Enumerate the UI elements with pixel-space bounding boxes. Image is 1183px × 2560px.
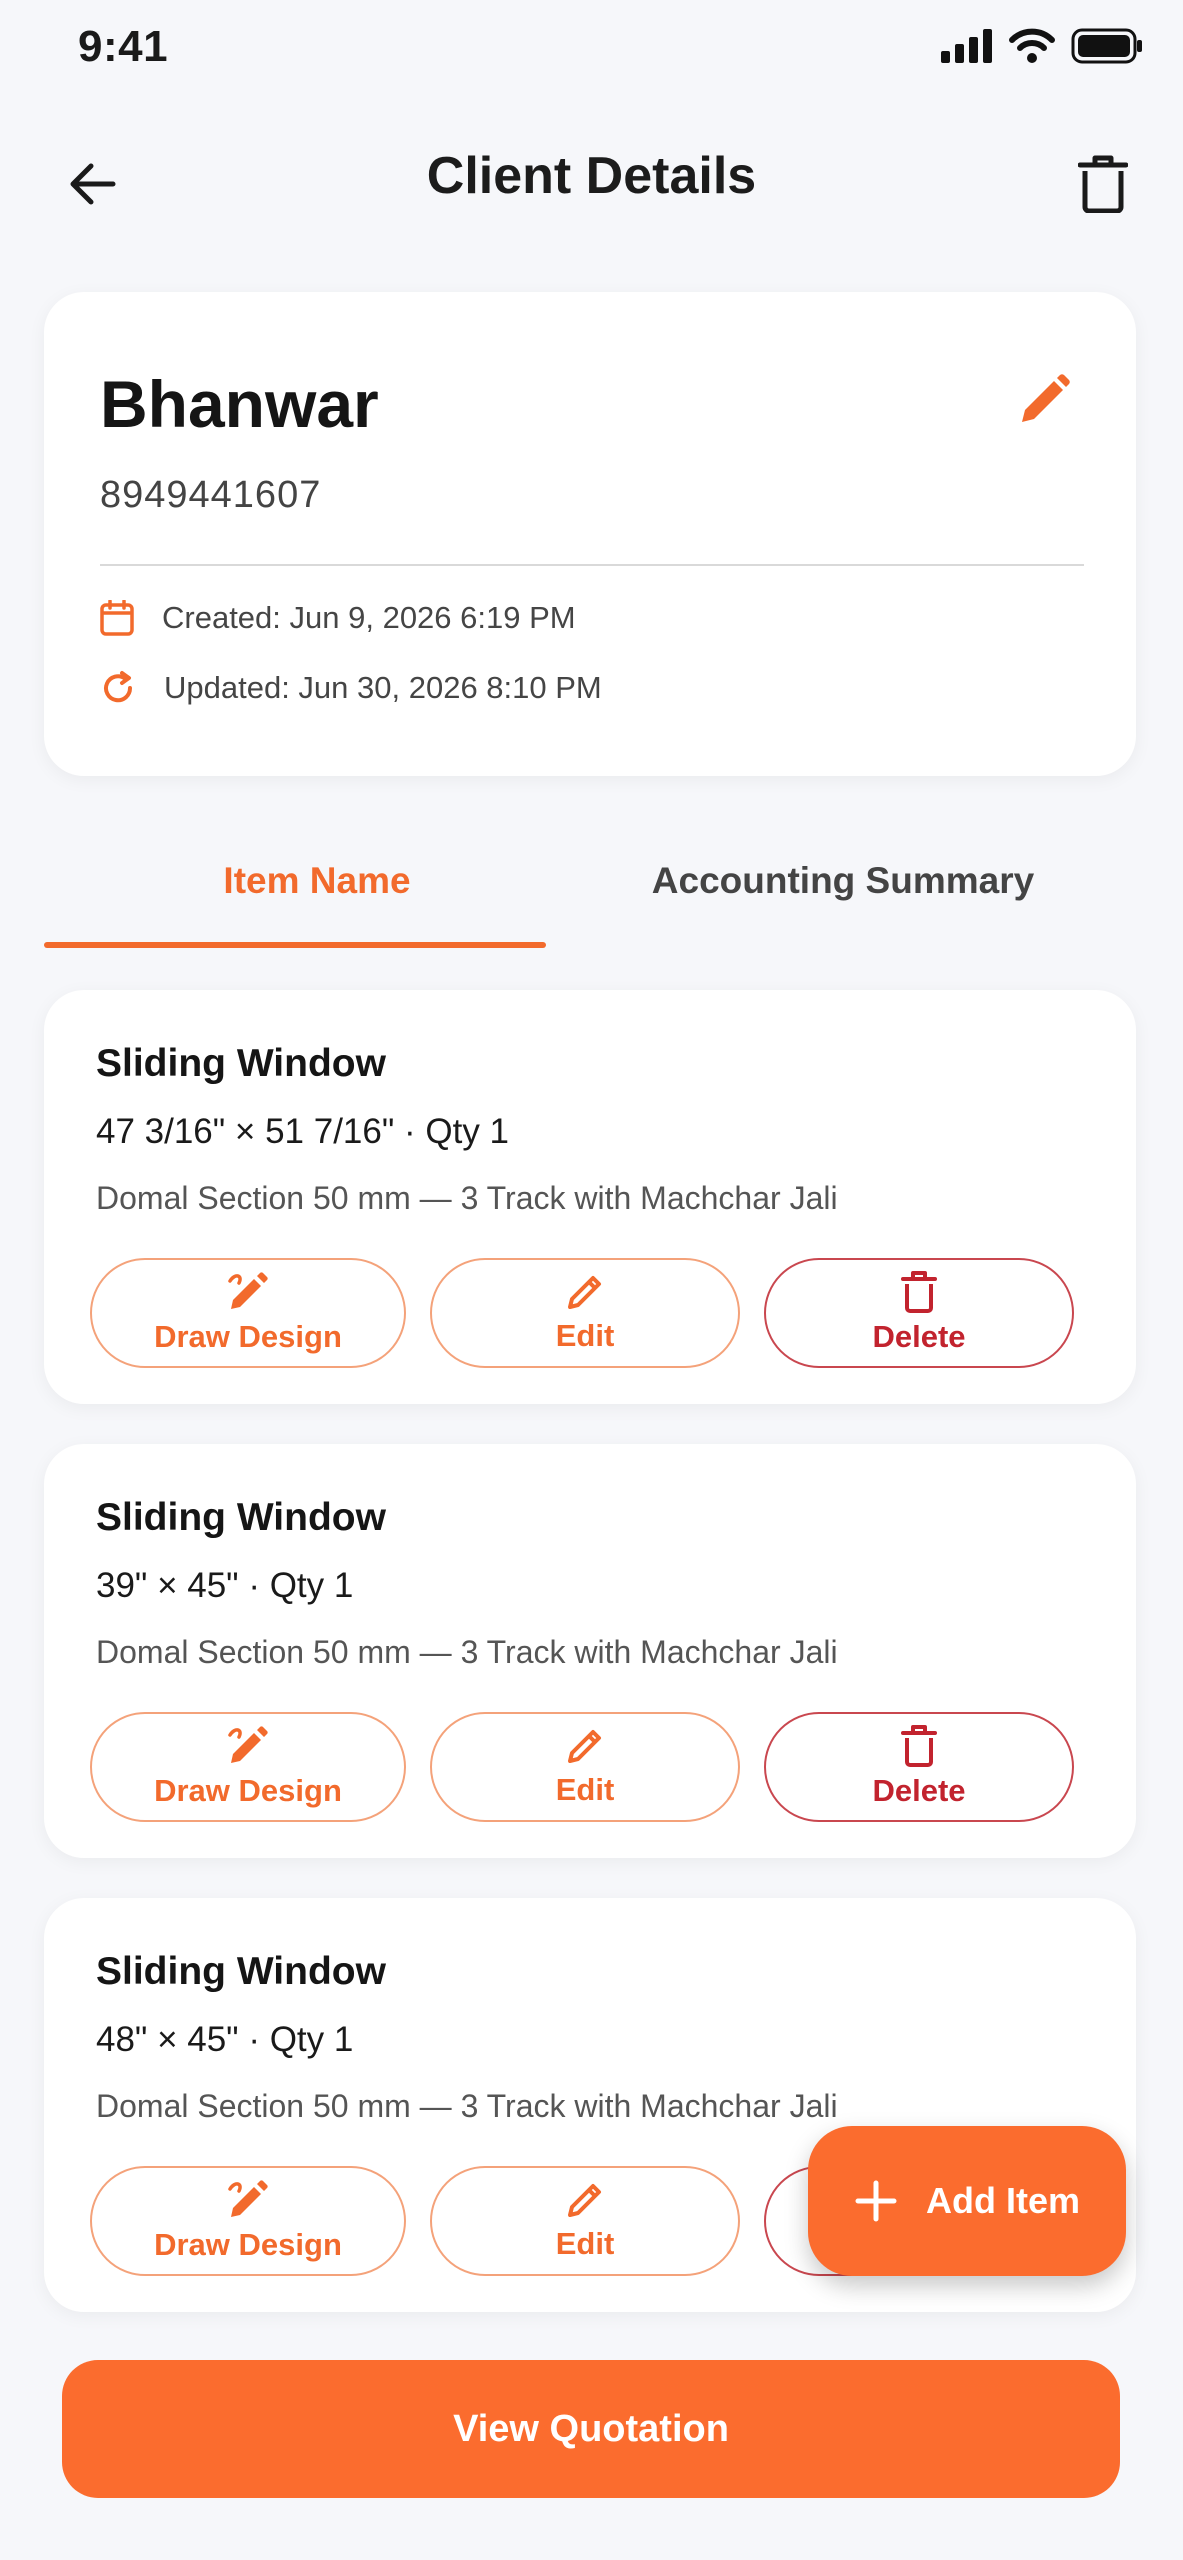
item-description: Domal Section 50 mm — 3 Track with Machc… [96, 2088, 838, 2124]
wifi-icon [1009, 28, 1055, 63]
updated-row: Updated: Jun 30, 2026 8:10 PM [100, 670, 602, 706]
add-item-label: Add Item [925, 2180, 1080, 2221]
pencil-icon [1022, 374, 1070, 422]
status-icons [941, 28, 1143, 64]
edit-item-button[interactable]: Edit [430, 2166, 740, 2276]
edit-item-button[interactable]: Edit [430, 1258, 740, 1368]
tab-item-name[interactable]: Item Name [44, 860, 590, 902]
draw-design-icon [228, 2180, 268, 2217]
plus-icon [855, 2180, 897, 2222]
pencil-outline-icon [568, 2184, 601, 2217]
tab-indicator [44, 942, 546, 948]
draw-design-button[interactable]: Draw Design [90, 1258, 406, 1368]
created-text: Created: Jun 9, 2026 6:19 PM [162, 600, 576, 635]
calendar-icon [100, 600, 134, 636]
refresh-icon [104, 671, 133, 703]
item-dimensions: 39" × 45" · Qty 1 [96, 1566, 354, 1605]
delete-label: Delete [872, 1773, 966, 1808]
item-card: Sliding Window 39" × 45" · Qty 1 Domal S… [44, 1444, 1136, 1858]
edit-label: Edit [555, 1772, 615, 1807]
draw-design-button[interactable]: Draw Design [90, 1712, 406, 1822]
view-quotation-button[interactable]: View Quotation [62, 2360, 1120, 2498]
client-name: Bhanwar [100, 367, 379, 441]
delete-client-button[interactable] [1063, 144, 1143, 224]
battery-icon [1071, 28, 1142, 64]
draw-design-label: Draw Design [154, 1319, 342, 1354]
client-phone: 8949441607 [100, 474, 322, 516]
draw-design-icon [228, 1726, 268, 1763]
draw-design-label: Draw Design [154, 1773, 342, 1808]
item-description: Domal Section 50 mm — 3 Track with Machc… [96, 1634, 838, 1670]
status-time: 9:41 [78, 22, 169, 71]
delete-item-button[interactable]: Delete [764, 1712, 1074, 1822]
item-dimensions: 47 3/16" × 51 7/16" · Qty 1 [96, 1112, 510, 1151]
item-description: Domal Section 50 mm — 3 Track with Machc… [96, 1180, 838, 1216]
pencil-outline-icon [568, 1276, 601, 1309]
edit-item-button[interactable]: Edit [430, 1712, 740, 1822]
trash-icon [901, 1271, 937, 1313]
item-card: Sliding Window 47 3/16" × 51 7/16" · Qty… [44, 990, 1136, 1404]
trash-icon [1078, 155, 1128, 213]
item-dimensions: 48" × 45" · Qty 1 [96, 2020, 354, 2059]
delete-label: Delete [872, 1319, 966, 1354]
trash-icon [901, 1725, 937, 1767]
edit-client-button[interactable] [1008, 364, 1080, 436]
signal-icon [941, 29, 992, 63]
item-title: Sliding Window [96, 1042, 386, 1085]
draw-design-label: Draw Design [154, 2227, 342, 2262]
delete-item-button[interactable]: Delete [764, 1258, 1074, 1368]
edit-label: Edit [555, 1318, 615, 1353]
add-item-button[interactable]: Add Item [808, 2126, 1126, 2276]
item-title: Sliding Window [96, 1496, 386, 1539]
updated-text: Updated: Jun 30, 2026 8:10 PM [164, 670, 602, 705]
created-row: Created: Jun 9, 2026 6:19 PM [100, 600, 576, 636]
tab-accounting-summary[interactable]: Accounting Summary [570, 860, 1116, 902]
page-title: Client Details [426, 147, 757, 205]
edit-label: Edit [555, 2226, 615, 2261]
draw-design-icon [228, 1272, 268, 1309]
divider [100, 564, 1084, 566]
pencil-outline-icon [568, 1730, 601, 1763]
client-card: Bhanwar 8949441607 Created: Jun 9, 2026 … [44, 292, 1136, 776]
item-title: Sliding Window [96, 1950, 386, 1993]
draw-design-button[interactable]: Draw Design [90, 2166, 406, 2276]
